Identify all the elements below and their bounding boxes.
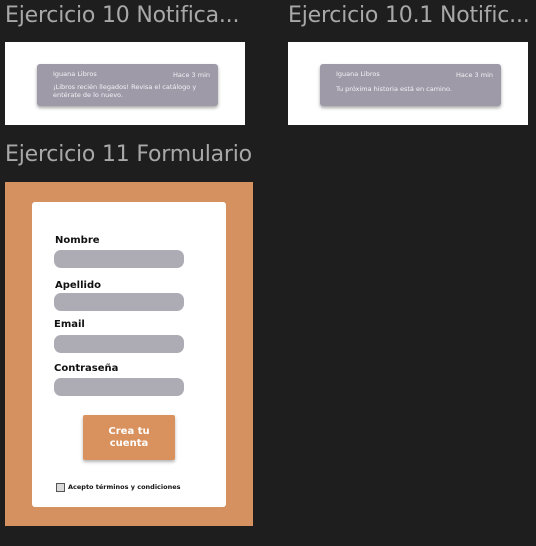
email-input[interactable]	[54, 335, 184, 353]
create-account-button-line-2: cuenta	[109, 437, 149, 449]
frame-title-ejercicio-10[interactable]: Ejercicio 10 Notifica...	[5, 3, 245, 28]
notification-message: ¡Libros recién llegados! Revisa el catál…	[53, 83, 196, 99]
frame-title-ejercicio-10-1[interactable]: Ejercicio 10.1 Notific...	[288, 3, 528, 28]
form-card: Nombre Apellido Email Contraseña Crea tu…	[32, 202, 226, 507]
notification-message-line-2: entérate de lo nuevo.	[53, 90, 123, 99]
email-label: Email	[54, 319, 85, 330]
frame-ejercicio-10-1: Iguana Libros Hace 3 min Tu próxima hist…	[288, 42, 528, 125]
apellido-label: Apellido	[55, 280, 101, 291]
nombre-input[interactable]	[54, 250, 184, 268]
notification-app-name: Iguana Libros	[336, 70, 380, 78]
password-input[interactable]	[54, 378, 184, 396]
notification-card[interactable]: Iguana Libros Hace 3 min Tu próxima hist…	[320, 64, 501, 106]
notification-time: Hace 3 min	[173, 71, 210, 79]
password-label: Contraseña	[54, 363, 119, 374]
notification-card[interactable]: Iguana Libros Hace 3 min ¡Libros recién …	[37, 64, 218, 106]
nombre-label: Nombre	[55, 235, 100, 246]
terms-checkbox[interactable]	[56, 483, 65, 492]
notification-time: Hace 3 min	[456, 71, 493, 79]
frame-ejercicio-10: Iguana Libros Hace 3 min ¡Libros recién …	[5, 42, 245, 125]
frame-ejercicio-11: Nombre Apellido Email Contraseña Crea tu…	[5, 182, 253, 526]
apellido-input[interactable]	[54, 293, 184, 311]
create-account-button[interactable]: Crea tu cuenta	[83, 415, 175, 460]
notification-message: Tu próxima historia está en camino.	[336, 85, 452, 93]
terms-label: Acepto términos y condiciones	[68, 483, 181, 491]
frame-title-ejercicio-11[interactable]: Ejercicio 11 Formulario	[5, 142, 265, 167]
create-account-button-line-1: Crea tu	[108, 425, 150, 437]
notification-app-name: Iguana Libros	[53, 70, 97, 78]
